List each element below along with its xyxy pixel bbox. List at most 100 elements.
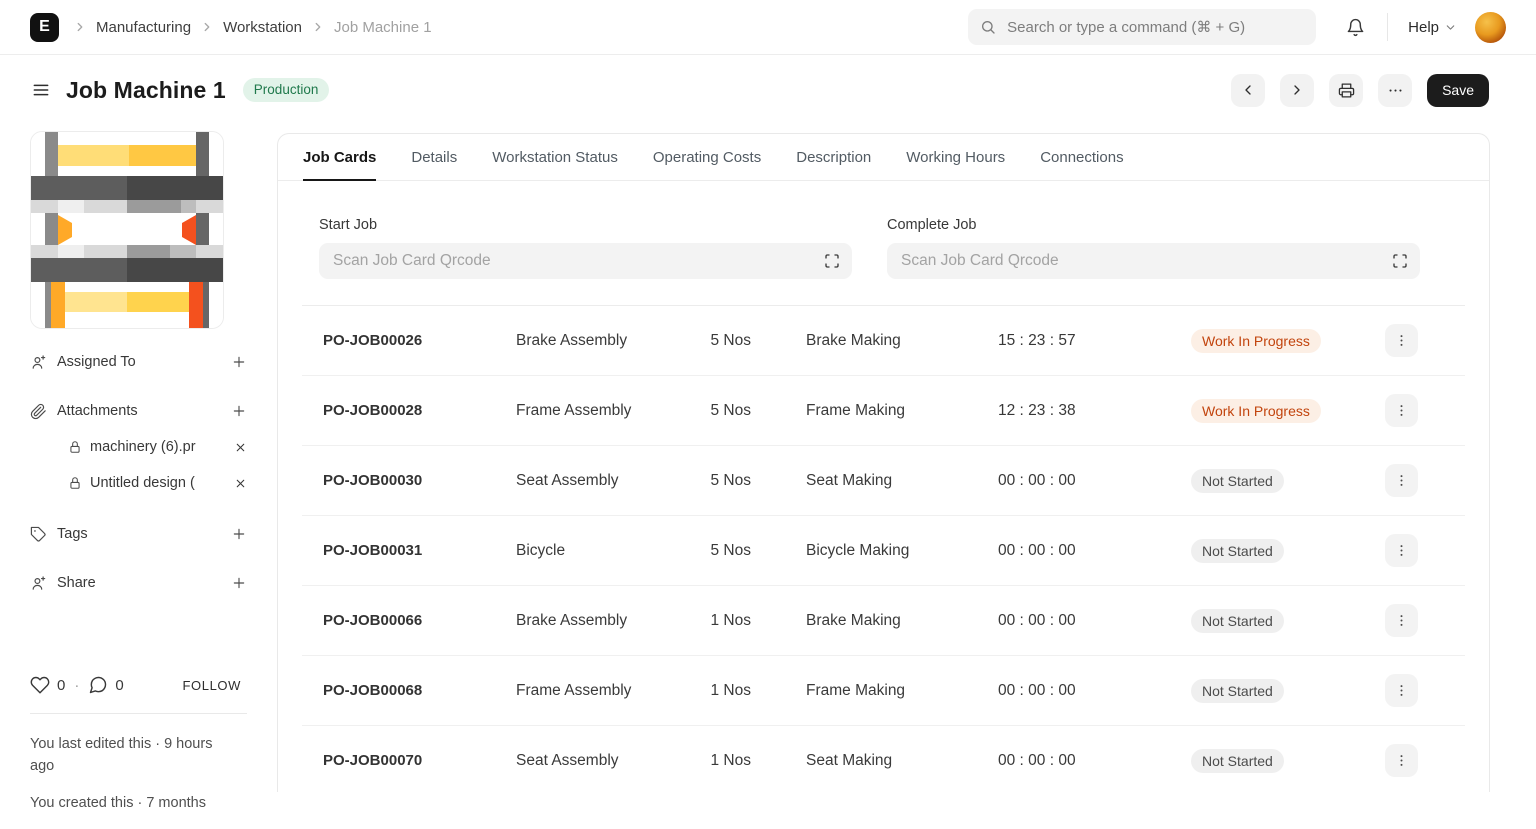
job-card-row[interactable]: PO-JOB00066 Brake Assembly 1 Nos Brake M…: [302, 586, 1465, 656]
comments-button[interactable]: [88, 675, 108, 695]
more-actions-button[interactable]: [1378, 73, 1413, 107]
job-card-id[interactable]: PO-JOB00066: [323, 612, 516, 629]
follow-button[interactable]: FOLLOW: [177, 677, 248, 694]
tab-description[interactable]: Description: [796, 134, 871, 180]
kebab-icon: [1400, 755, 1403, 766]
breadcrumb-manufacturing[interactable]: Manufacturing: [96, 19, 191, 36]
chevron-right-icon: [204, 22, 210, 32]
job-elapsed-time: 12 : 23 : 38: [998, 401, 1076, 419]
global-search[interactable]: [968, 9, 1317, 45]
paperclip-icon: [30, 403, 46, 419]
save-button[interactable]: Save: [1427, 73, 1489, 107]
row-menu-button[interactable]: [1385, 464, 1418, 497]
add-tag-button[interactable]: [231, 526, 247, 542]
kebab-icon: [1400, 475, 1403, 486]
job-item-name: Seat Assembly: [516, 471, 619, 489]
form-sidebar: Assigned To Attachments machinery (6).pr: [0, 125, 277, 829]
row-menu-button[interactable]: [1385, 534, 1418, 567]
job-card-id[interactable]: PO-JOB00068: [323, 682, 516, 699]
printer-icon: [1338, 82, 1354, 98]
job-status-badge: Not Started: [1191, 608, 1284, 633]
remove-attachment-button[interactable]: [234, 477, 247, 490]
breadcrumb-workstation[interactable]: Workstation: [223, 19, 302, 36]
search-icon: [982, 21, 995, 34]
sidebar-divider: [30, 713, 247, 714]
like-button[interactable]: [30, 675, 50, 695]
job-operation: Brake Making: [806, 331, 901, 349]
plus-icon: [233, 577, 245, 589]
job-item-name: Brake Assembly: [516, 331, 628, 349]
job-card-id[interactable]: PO-JOB00031: [323, 542, 516, 559]
tab-connections[interactable]: Connections: [1040, 134, 1123, 180]
job-qty: 5 Nos: [710, 471, 752, 489]
job-status-badge: Work In Progress: [1191, 328, 1321, 353]
tab-operating-costs[interactable]: Operating Costs: [653, 134, 761, 180]
row-menu-button[interactable]: [1385, 604, 1418, 637]
job-card-id[interactable]: PO-JOB00028: [323, 402, 516, 419]
page-body: Assigned To Attachments machinery (6).pr: [0, 125, 1536, 811]
add-attachment-button[interactable]: [231, 403, 247, 419]
job-card-row[interactable]: PO-JOB00031 Bicycle 5 Nos Bicycle Making…: [302, 516, 1465, 586]
scan-frame-icon: [825, 254, 839, 268]
app-logo[interactable]: E: [30, 12, 59, 42]
scan-camera-button[interactable]: [1392, 253, 1408, 269]
job-card-id[interactable]: PO-JOB00026: [323, 332, 516, 349]
tab-workstation-status[interactable]: Workstation Status: [492, 134, 618, 180]
remove-attachment-button[interactable]: [234, 441, 247, 454]
help-menu[interactable]: Help: [1408, 19, 1457, 36]
job-card-row[interactable]: PO-JOB00028 Frame Assembly 5 Nos Frame M…: [302, 376, 1465, 446]
search-input[interactable]: [1005, 17, 1305, 37]
sidebar-toggle-button[interactable]: [31, 80, 51, 100]
help-label: Help: [1408, 18, 1439, 36]
row-menu-button[interactable]: [1385, 744, 1418, 777]
machine-image: [31, 132, 223, 328]
last-edited-text[interactable]: You last edited this · 9 hours ago: [30, 733, 235, 778]
job-card-row[interactable]: PO-JOB00070 Seat Assembly 1 Nos Seat Mak…: [302, 726, 1465, 792]
created-text[interactable]: You created this · 7 months: [30, 792, 235, 814]
attachment-file-link[interactable]: machinery (6).pr: [90, 439, 196, 455]
job-status-badge: Not Started: [1191, 678, 1284, 703]
like-count: 0: [57, 676, 66, 694]
attachment-list: machinery (6).pr Untitled design (: [30, 429, 247, 501]
add-share-button[interactable]: [231, 575, 247, 591]
row-menu-button[interactable]: [1385, 324, 1418, 357]
next-record-button[interactable]: [1280, 73, 1315, 107]
page-header: Job Machine 1 Production Save: [0, 55, 1536, 125]
start-job-scan-input[interactable]: [331, 251, 824, 271]
job-elapsed-time: 15 : 23 : 57: [998, 331, 1076, 349]
chevron-right-icon: [77, 22, 83, 32]
job-card-id[interactable]: PO-JOB00030: [323, 472, 516, 489]
job-elapsed-time: 00 : 00 : 00: [998, 471, 1076, 489]
job-operation: Frame Making: [806, 681, 906, 699]
prev-record-button[interactable]: [1231, 73, 1266, 107]
workstation-image[interactable]: [30, 131, 224, 329]
tab-details[interactable]: Details: [411, 134, 457, 180]
lock-icon: [70, 477, 80, 489]
dot-separator: ·: [74, 676, 80, 694]
job-qty: 5 Nos: [710, 541, 752, 559]
kebab-icon: [1400, 335, 1403, 346]
job-status-badge: Not Started: [1191, 748, 1284, 773]
scan-camera-button[interactable]: [824, 253, 840, 269]
attachment-file-link[interactable]: Untitled design (: [90, 475, 195, 491]
job-operation: Seat Making: [806, 751, 893, 769]
job-card-id[interactable]: PO-JOB00070: [323, 752, 516, 769]
job-qty: 5 Nos: [710, 401, 752, 419]
job-qty: 1 Nos: [710, 751, 752, 769]
breadcrumb-current: Job Machine 1: [333, 18, 432, 36]
complete-job-scan-input[interactable]: [899, 251, 1392, 271]
job-qty: 1 Nos: [710, 681, 752, 699]
user-avatar[interactable]: [1475, 11, 1506, 43]
tab-job-cards[interactable]: Job Cards: [303, 134, 377, 181]
attachments-label: Attachments: [57, 403, 138, 419]
attachment-item: Untitled design (: [30, 465, 247, 501]
notifications-button[interactable]: [1346, 18, 1365, 37]
tab-working-hours[interactable]: Working Hours: [906, 134, 1005, 180]
job-card-row[interactable]: PO-JOB00026 Brake Assembly 5 Nos Brake M…: [302, 306, 1465, 376]
job-card-row[interactable]: PO-JOB00030 Seat Assembly 5 Nos Seat Mak…: [302, 446, 1465, 516]
add-assignment-button[interactable]: [231, 354, 247, 370]
print-button[interactable]: [1329, 73, 1364, 107]
row-menu-button[interactable]: [1385, 394, 1418, 427]
row-menu-button[interactable]: [1385, 674, 1418, 707]
job-card-row[interactable]: PO-JOB00068 Frame Assembly 1 Nos Frame M…: [302, 656, 1465, 726]
